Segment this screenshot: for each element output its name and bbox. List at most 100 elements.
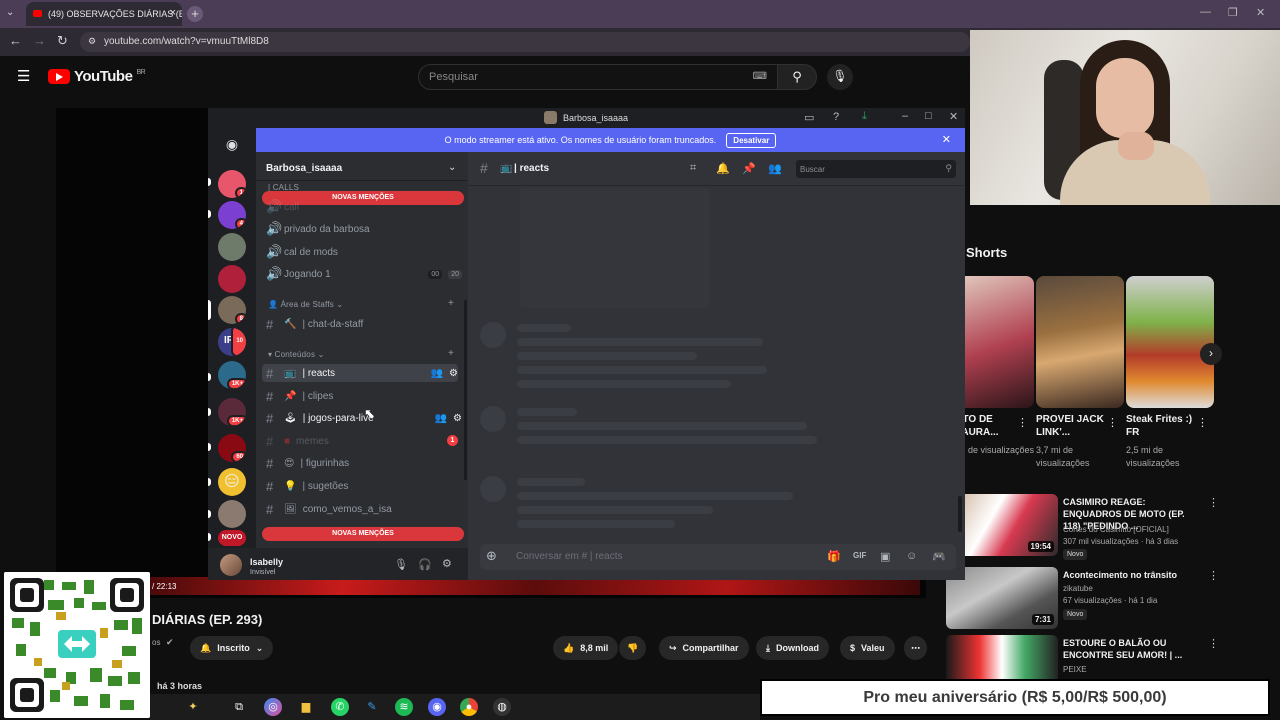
more-actions-button[interactable]: ⋯ <box>904 636 927 660</box>
server-icon[interactable]: 1 <box>218 170 246 198</box>
short-more-icon[interactable]: ⋮ <box>1107 416 1118 429</box>
download-button[interactable]: ⤓ Download <box>756 636 829 660</box>
inbox-icon[interactable]: ▭ <box>804 111 814 124</box>
headphones-icon[interactable]: 🎧 <box>418 558 432 571</box>
gif-icon[interactable]: GIF <box>853 551 866 560</box>
short-thumbnail[interactable] <box>1126 276 1214 408</box>
category-content[interactable]: ▾ Conteúdos ⌄ <box>268 350 324 359</box>
server-icon[interactable]: IRL 10 <box>218 328 246 356</box>
more-icon[interactable]: ⋮ <box>1208 569 1219 582</box>
keyboard-icon[interactable]: ⌨ <box>753 71 767 82</box>
server-icon[interactable] <box>218 233 246 261</box>
text-channel[interactable]: # 📌 | clipes <box>266 387 462 405</box>
invite-icon[interactable]: 👥 <box>431 368 443 379</box>
channel-name[interactable]: zikatube <box>1063 583 1223 595</box>
new-tab-button[interactable]: + <box>187 6 203 22</box>
message-composer[interactable]: ⊕ Conversar em # | reacts 🎁 GIF ▣ ☺ 🎮 <box>480 544 956 570</box>
discord-home-icon[interactable]: ◉ <box>218 130 246 158</box>
close-window-icon[interactable]: ✕ <box>1256 6 1265 19</box>
youtube-search-input[interactable]: Pesquisar ⌨ <box>418 64 778 90</box>
video-title[interactable]: ESTOURE O BALÃO OU ENCONTRE SEU AMOR! | … <box>1063 637 1203 661</box>
subscribed-button[interactable]: 🔔 Inscrito ⌄ <box>190 636 274 660</box>
share-button[interactable]: ↪ Compartilhar <box>659 636 749 660</box>
microphone-icon[interactable]: 🎙 <box>394 558 408 571</box>
server-icon[interactable]: 1K+ <box>218 361 246 389</box>
channel-name[interactable]: os <box>152 638 160 647</box>
recommended-video[interactable]: 7:31 Acontecimento no trânsito zikatube … <box>946 567 1266 629</box>
emoji-icon[interactable]: ☺ <box>906 550 917 562</box>
category-staff[interactable]: 👤 Área de Staffs ⌄ <box>268 300 343 309</box>
server-icon[interactable]: 1K+ <box>218 398 246 426</box>
shorts-next-button[interactable]: › <box>1200 343 1222 365</box>
pen-app-icon[interactable]: ✎ <box>363 698 381 716</box>
video-title[interactable]: Acontecimento no trânsito <box>1063 569 1203 581</box>
chevron-down-icon[interactable]: ⌄ <box>448 162 456 173</box>
maximize-icon[interactable]: ❐ <box>1228 6 1238 19</box>
maximize-icon[interactable]: □ <box>925 110 932 122</box>
new-mentions-bottom-button[interactable]: NOVAS MENÇÕES <box>262 527 464 541</box>
text-channel[interactable]: # 🖼 como_vemos_a_isa <box>266 500 462 518</box>
text-channel[interactable]: # ■ memes <box>266 432 462 450</box>
short-title[interactable]: PROVEI JACK LINK'... <box>1036 413 1116 439</box>
server-icon[interactable]: 60 <box>218 434 246 462</box>
like-button[interactable]: 👍 8,8 mil <box>553 636 619 660</box>
copilot-sparkle-icon[interactable]: ✦ <box>184 698 202 716</box>
text-channel[interactable]: # 😍 | figurinhas <box>266 454 462 472</box>
server-name[interactable]: Barbosa_isaaaa <box>266 163 342 174</box>
file-explorer-icon[interactable]: ▆ <box>297 698 315 716</box>
notification-bell-icon[interactable]: 🔔 <box>716 162 730 175</box>
more-icon[interactable]: ⋮ <box>1208 637 1219 650</box>
search-button[interactable]: ⚲ <box>777 64 817 90</box>
pinned-messages-icon[interactable]: 📌 <box>742 162 756 175</box>
add-channel-icon[interactable]: + <box>448 298 454 309</box>
tab-list-icon[interactable]: ⌄ <box>6 7 14 18</box>
browser-tab[interactable]: (49) OBSERVAÇÕES DIÁRIAS (E × <box>26 2 182 26</box>
minimize-icon[interactable]: – <box>902 110 908 122</box>
dislike-button[interactable]: 👎 <box>619 636 647 660</box>
help-icon[interactable]: ? <box>833 111 839 123</box>
channel-name[interactable]: PEIXE <box>1063 664 1223 676</box>
voice-channel[interactable]: 🔊 cal de mods <box>266 243 462 261</box>
text-channel[interactable]: # 💡 | sugetões <box>266 477 462 495</box>
activities-icon[interactable]: 🎮 <box>932 550 946 563</box>
whatsapp-icon[interactable]: ✆ <box>331 698 349 716</box>
short-title[interactable]: Steak Frites :) FR <box>1126 413 1206 439</box>
discord-search-input[interactable]: Buscar ⚲ <box>796 160 956 178</box>
update-download-icon[interactable]: ⤓ <box>862 110 867 123</box>
task-view-icon[interactable]: ⧉ <box>230 698 248 716</box>
minimize-icon[interactable]: — <box>1200 6 1211 18</box>
channel-name[interactable]: Cortes do Casimito [OFICIAL] <box>1063 524 1223 536</box>
member-list-icon[interactable]: 👥 <box>768 162 782 175</box>
gift-icon[interactable]: 🎁 <box>827 550 841 563</box>
text-channel-reacts[interactable]: # 📺 | reacts 👥 ⚙ <box>262 364 458 382</box>
menu-icon[interactable]: ☰ <box>17 67 30 85</box>
short-more-icon[interactable]: ⋮ <box>1197 416 1208 429</box>
sticker-icon[interactable]: ▣ <box>880 550 890 563</box>
settings-gear-icon[interactable]: ⚙ <box>449 368 458 379</box>
invite-icon[interactable]: 👥 <box>435 413 447 424</box>
settings-gear-icon[interactable]: ⚙ <box>453 413 462 424</box>
server-icon[interactable]: 8 <box>218 296 246 324</box>
threads-icon[interactable]: ⌗ <box>690 162 696 175</box>
add-channel-icon[interactable]: + <box>448 348 454 359</box>
short-thumbnail[interactable] <box>1036 276 1124 408</box>
avatar[interactable] <box>220 554 242 576</box>
obs-icon[interactable]: ◍ <box>493 698 511 716</box>
spotify-icon[interactable]: ≋ <box>395 698 413 716</box>
chrome-icon[interactable]: ● <box>460 698 478 716</box>
user-settings-icon[interactable]: ⚙ <box>442 557 452 570</box>
voice-channel[interactable]: 🔊 Jogando 1 00 20 <box>266 265 462 283</box>
forward-icon[interactable]: → <box>33 33 46 48</box>
close-banner-icon[interactable]: ✕ <box>942 133 951 146</box>
youtube-logo[interactable]: YouTube BR <box>48 68 146 85</box>
discord-taskbar-icon[interactable]: ◉ <box>428 698 446 716</box>
more-icon[interactable]: ⋮ <box>1208 496 1219 509</box>
server-icon[interactable] <box>218 500 246 528</box>
voice-channel[interactable]: 🔊 privado da barbosa <box>266 220 462 238</box>
server-icon[interactable]: NOVO <box>218 530 246 546</box>
channel-scrollbar[interactable] <box>464 300 467 480</box>
recommended-video[interactable]: 19:54 CASIMIRO REAGE: ENQUADROS DE MOTO … <box>946 494 1266 560</box>
voice-search-button[interactable]: 🎙 <box>827 64 853 90</box>
server-icon[interactable]: 4 <box>218 201 246 229</box>
text-channel[interactable]: # 🔨 | chat-da-staff <box>266 315 462 333</box>
